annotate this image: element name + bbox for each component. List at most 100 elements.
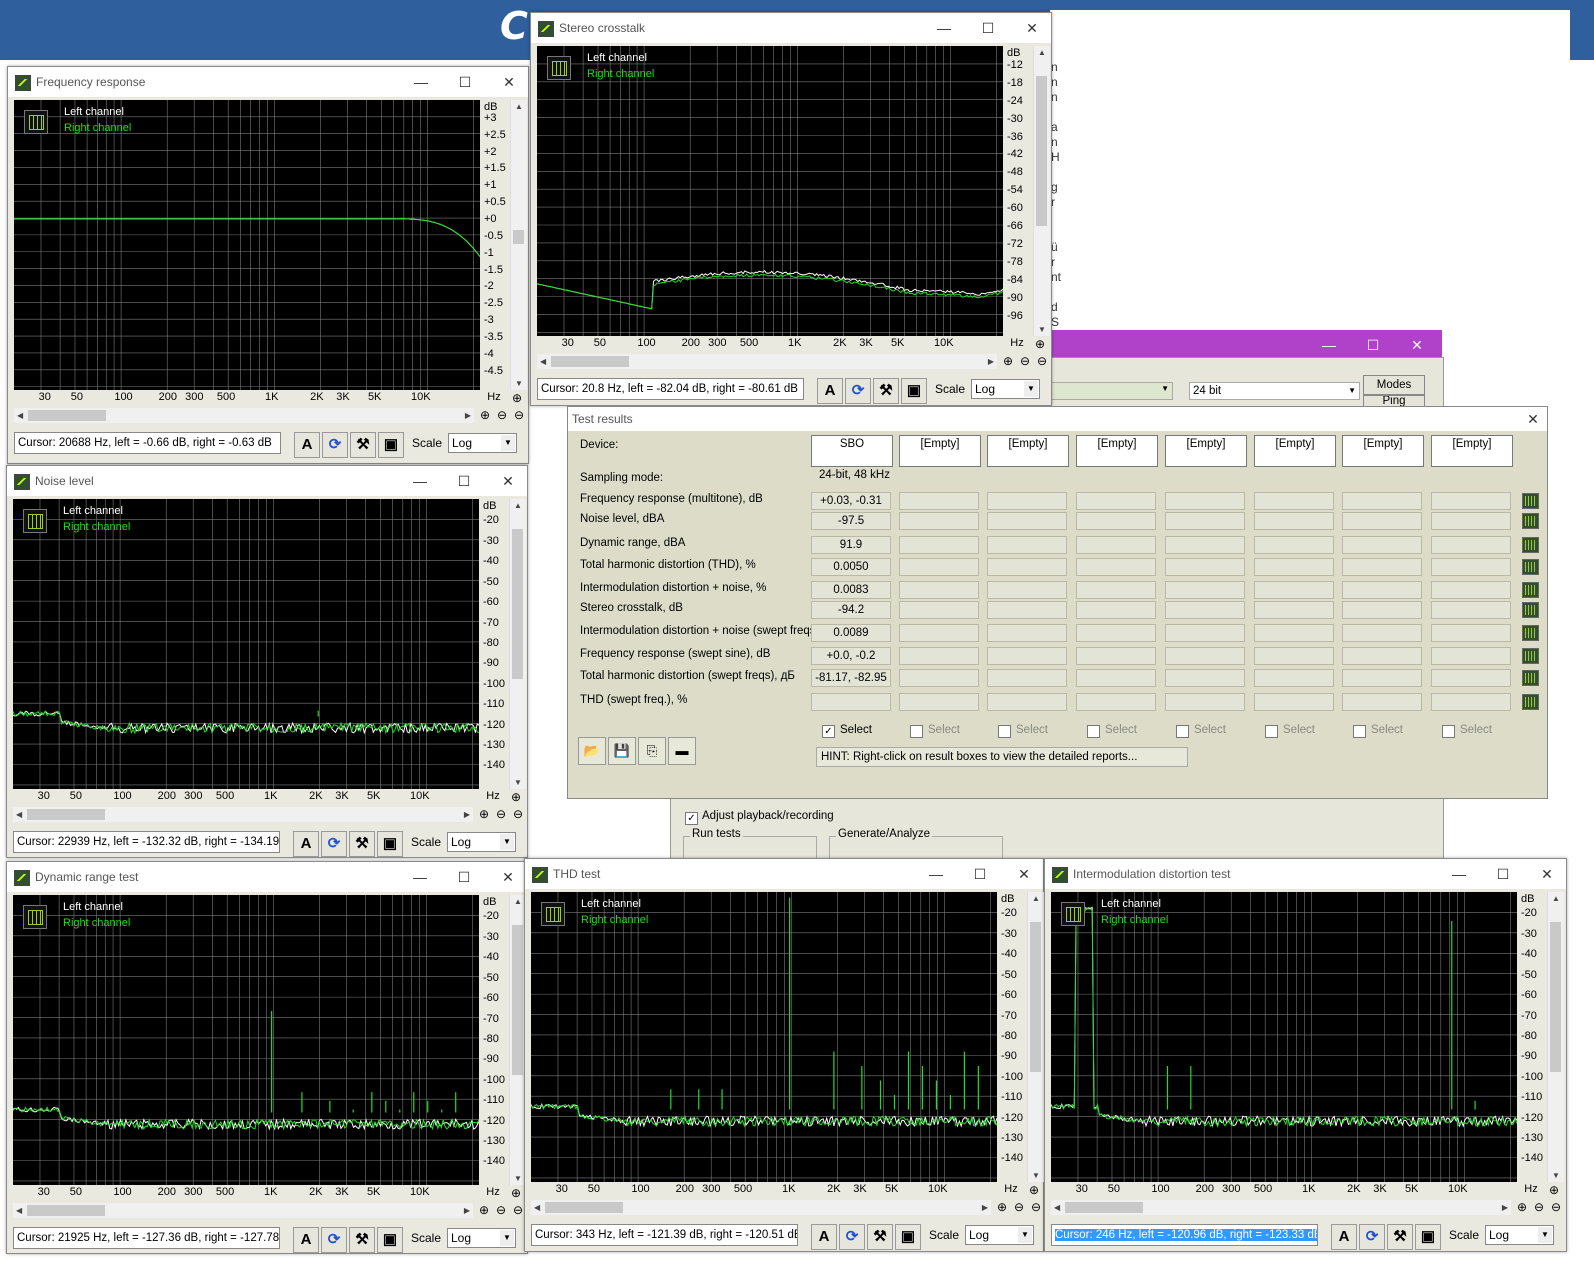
save-icon[interactable]: ▣ bbox=[901, 378, 927, 404]
refresh-icon[interactable]: ⟳ bbox=[321, 1227, 347, 1253]
copy-icon[interactable]: ⎘ bbox=[638, 737, 666, 765]
scroll-thumb[interactable] bbox=[27, 809, 105, 820]
result-cell[interactable] bbox=[1254, 558, 1334, 576]
zoom-in-icon[interactable]: ⊕ bbox=[477, 1203, 491, 1217]
result-cell[interactable]: +0.03, -0.31 bbox=[811, 492, 891, 510]
horizontal-scrollbar[interactable]: ◀ ▶ bbox=[537, 354, 997, 369]
scroll-thumb[interactable] bbox=[545, 1202, 623, 1213]
result-cell[interactable] bbox=[1254, 512, 1334, 530]
zoom-reset-icon[interactable]: ⊖ bbox=[1549, 1200, 1563, 1214]
result-cell[interactable] bbox=[1254, 492, 1334, 510]
result-cell[interactable] bbox=[987, 492, 1067, 510]
minimize-icon[interactable]: — bbox=[923, 864, 949, 884]
result-cell[interactable] bbox=[1342, 512, 1422, 530]
report-grid-icon[interactable] bbox=[1522, 670, 1539, 686]
result-cell[interactable] bbox=[899, 492, 979, 510]
result-cell[interactable] bbox=[1342, 601, 1422, 619]
result-cell[interactable] bbox=[1076, 693, 1156, 711]
close-icon[interactable]: ✕ bbox=[1011, 864, 1037, 884]
minimize-icon[interactable]: — bbox=[1316, 335, 1342, 355]
wrench-icon[interactable]: ⚒ bbox=[349, 831, 375, 857]
zoom-reset-icon[interactable]: ⊖ bbox=[1029, 1200, 1043, 1214]
zoom-in-icon[interactable]: ⊕ bbox=[1027, 1183, 1041, 1197]
result-cell[interactable] bbox=[899, 536, 979, 554]
result-cell[interactable] bbox=[811, 693, 891, 711]
scroll-thumb[interactable] bbox=[27, 1205, 105, 1216]
zoom-in-icon[interactable]: ⊕ bbox=[510, 391, 524, 405]
result-cell[interactable] bbox=[1431, 669, 1511, 687]
close-icon[interactable]: ✕ bbox=[1404, 335, 1430, 355]
result-cell[interactable] bbox=[1076, 624, 1156, 642]
scroll-right-icon[interactable]: ▶ bbox=[1502, 1203, 1508, 1212]
scroll-left-icon[interactable]: ◀ bbox=[534, 1203, 540, 1212]
maximize-icon[interactable]: ☐ bbox=[451, 867, 477, 887]
zoom-out-icon[interactable]: ⊖ bbox=[494, 1203, 508, 1217]
plot-area[interactable]: Left channel Right channel bbox=[13, 499, 479, 789]
result-cell[interactable] bbox=[1342, 647, 1422, 665]
font-icon[interactable]: A bbox=[811, 1224, 837, 1250]
device-column-header[interactable]: [Empty] bbox=[899, 435, 981, 467]
refresh-icon[interactable]: ⟳ bbox=[322, 432, 348, 458]
result-cell[interactable] bbox=[1076, 558, 1156, 576]
result-cell[interactable] bbox=[899, 624, 979, 642]
horizontal-scrollbar[interactable]: ◀ ▶ bbox=[13, 1203, 473, 1218]
result-cell[interactable] bbox=[1254, 624, 1334, 642]
report-grid-icon[interactable] bbox=[1522, 602, 1539, 618]
zoom-out-icon[interactable]: ⊖ bbox=[494, 807, 508, 821]
result-cell[interactable] bbox=[1254, 669, 1334, 687]
zoom-in-icon[interactable]: ⊕ bbox=[1515, 1200, 1529, 1214]
scroll-up-icon[interactable]: ▲ bbox=[514, 501, 522, 510]
zoom-reset-icon[interactable]: ⊖ bbox=[511, 1203, 525, 1217]
result-cell[interactable] bbox=[1431, 693, 1511, 711]
plot-area[interactable]: Left channel Right channel bbox=[13, 895, 479, 1185]
result-cell[interactable] bbox=[899, 512, 979, 530]
result-cell[interactable] bbox=[1431, 601, 1511, 619]
report-grid-icon[interactable] bbox=[1522, 694, 1539, 710]
horizontal-scrollbar[interactable]: ◀ ▶ bbox=[14, 408, 474, 423]
horizontal-scrollbar[interactable]: ◀ ▶ bbox=[531, 1200, 991, 1215]
zoom-in-icon[interactable]: ⊕ bbox=[995, 1200, 1009, 1214]
result-cell[interactable] bbox=[987, 647, 1067, 665]
result-cell[interactable] bbox=[1165, 536, 1245, 554]
result-cell[interactable]: 91.9 bbox=[811, 536, 891, 554]
scroll-thumb[interactable] bbox=[28, 410, 106, 421]
scroll-right-icon[interactable]: ▶ bbox=[988, 357, 994, 366]
plot-area[interactable]: Left channel Right channel bbox=[537, 46, 1003, 336]
result-cell[interactable] bbox=[1165, 492, 1245, 510]
result-cell[interactable] bbox=[987, 581, 1067, 599]
minimize-icon[interactable]: — bbox=[1446, 864, 1472, 884]
save-icon[interactable]: ▣ bbox=[377, 1227, 403, 1253]
result-cell[interactable] bbox=[1431, 512, 1511, 530]
zoom-out-icon[interactable]: ⊖ bbox=[1012, 1200, 1026, 1214]
zoom-in-icon[interactable]: ⊕ bbox=[1547, 1183, 1561, 1197]
minimize-icon[interactable]: — bbox=[407, 867, 433, 887]
scroll-thumb[interactable] bbox=[551, 356, 629, 367]
result-cell[interactable] bbox=[1165, 669, 1245, 687]
result-cell[interactable] bbox=[1431, 558, 1511, 576]
save-icon[interactable]: ▣ bbox=[1415, 1224, 1441, 1250]
select-checkbox[interactable] bbox=[1353, 725, 1366, 738]
horizontal-scrollbar[interactable]: ◀ ▶ bbox=[13, 807, 473, 822]
zoom-in-icon[interactable]: ⊕ bbox=[509, 790, 523, 804]
result-cell[interactable] bbox=[1342, 558, 1422, 576]
scroll-right-icon[interactable]: ▶ bbox=[464, 810, 470, 819]
device-column-header[interactable]: [Empty] bbox=[1165, 435, 1247, 467]
result-cell[interactable] bbox=[1165, 647, 1245, 665]
maximize-icon[interactable]: ☐ bbox=[967, 864, 993, 884]
report-grid-icon[interactable] bbox=[1522, 513, 1539, 529]
minus-icon[interactable]: ▬ bbox=[668, 737, 696, 765]
result-cell[interactable] bbox=[899, 581, 979, 599]
result-cell[interactable] bbox=[899, 558, 979, 576]
device-column-header[interactable]: [Empty] bbox=[1254, 435, 1336, 467]
save-icon[interactable]: 💾 bbox=[608, 737, 636, 765]
maximize-icon[interactable]: ☐ bbox=[1360, 335, 1386, 355]
result-cell[interactable] bbox=[1076, 512, 1156, 530]
vertical-scrollbar[interactable]: ▲ ▼ bbox=[1547, 892, 1564, 1182]
wrench-icon[interactable]: ⚒ bbox=[873, 378, 899, 404]
scroll-up-icon[interactable]: ▲ bbox=[1552, 894, 1560, 903]
result-cell[interactable] bbox=[1076, 669, 1156, 687]
result-cell[interactable]: -94.2 bbox=[811, 601, 891, 619]
maximize-icon[interactable]: ☐ bbox=[1490, 864, 1516, 884]
zoom-in-icon[interactable]: ⊕ bbox=[509, 1186, 523, 1200]
scroll-thumb[interactable] bbox=[512, 529, 523, 679]
